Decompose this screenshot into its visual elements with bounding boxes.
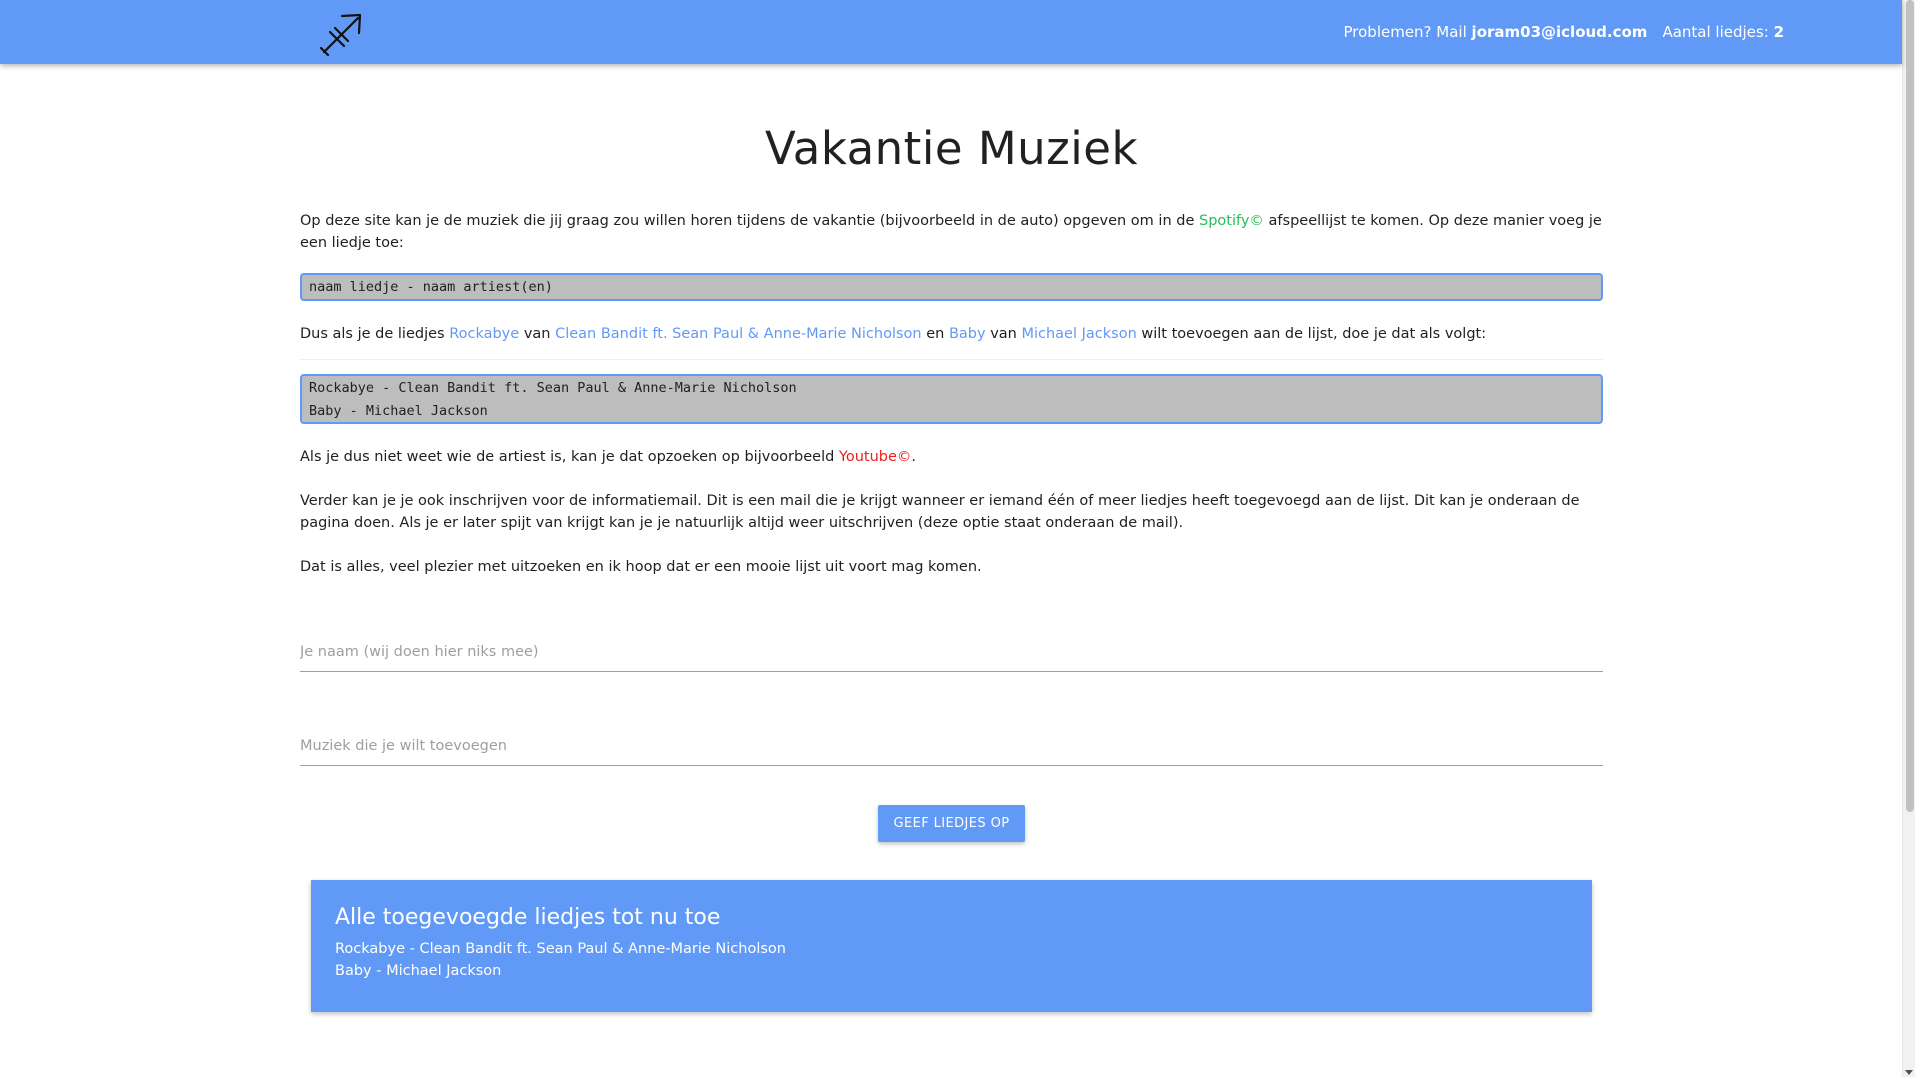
sagittarius-arrow-icon[interactable] [318,10,368,57]
example-en: en [926,326,945,342]
example-sentence: Dus als je de liedjes Rockabye van Clean… [300,323,1603,360]
navbar: Problemen? Mail joram03@icloud.com Aanta… [0,0,1902,64]
closing-text: Dat is alles, veel plezier met uitzoeken… [300,559,982,575]
music-input[interactable] [300,722,1603,760]
song-link-rockabye[interactable]: Rockabye [449,326,519,342]
example-part1: Dus als je de liedjes [300,326,445,342]
youtube-before: Als je dus niet weet wie de artiest is, … [300,449,835,465]
submit-songs-button[interactable]: Geef liedjes op [877,805,1026,842]
contact-email[interactable]: joram03@icloud.com [1472,23,1648,41]
problems-label: Problemen? Mail [1343,23,1467,41]
nav-info: Problemen? Mail joram03@icloud.com Aanta… [1344,0,1785,64]
example-line: Baby - Michael Jackson [309,403,488,419]
page-title: Vakantie Muziek [764,122,1139,175]
music-field [300,722,1603,766]
artist-link-michael-jackson[interactable]: Michael Jackson [1021,326,1136,342]
songs-list-card: Alle toegevoegde liedjes tot nu toe Rock… [311,880,1592,1012]
vertical-scrollbar[interactable] [1902,0,1915,1077]
scroll-down-arrow-icon[interactable] [1905,1070,1913,1075]
name-input[interactable] [300,628,1603,666]
example-line: Rockabye - Clean Bandit ft. Sean Paul & … [309,380,797,396]
intro-text: Op deze site kan je de muziek die jij gr… [300,210,1603,254]
format-example-text: naam liedje - naam artiest(en) [309,279,553,295]
youtube-sentence: Als je dus niet weet wie de artiest is, … [300,446,1603,468]
intro-before: Op deze site kan je de muziek die jij gr… [300,213,1195,229]
example-lines-code: Rockabye - Clean Bandit ft. Sean Paul & … [300,374,1603,424]
newsletter-text: Verder kan je je ook inschrijven voor de… [300,493,1580,531]
artist-link-clean-bandit[interactable]: Clean Bandit ft. Sean Paul & Anne-Marie … [555,326,922,342]
name-field [300,628,1603,672]
example-part2: wilt toevoegen aan de lijst, doe je dat … [1141,326,1487,342]
youtube-after: . [911,449,917,465]
song-count-label: Aantal liedjes: [1662,23,1769,41]
song-list-item: Rockabye - Clean Bandit ft. Sean Paul & … [335,941,786,957]
format-example-code: naam liedje - naam artiest(en) [300,273,1603,301]
songs-list-title: Alle toegevoegde liedjes tot nu toe [335,905,721,930]
example-van1: van [523,326,551,342]
youtube-link[interactable]: Youtube© [839,449,912,465]
song-list-item: Baby - Michael Jackson [335,963,502,979]
example-van2: van [990,326,1017,342]
main-content: Vakantie Muziek Op deze site kan je de m… [300,64,1603,1012]
song-form: Geef liedjes op [300,628,1603,842]
song-count: 2 [1773,23,1784,41]
scrollbar-thumb[interactable] [1906,0,1914,812]
spotify-link[interactable]: Spotify© [1199,213,1264,229]
song-link-baby[interactable]: Baby [949,326,986,342]
